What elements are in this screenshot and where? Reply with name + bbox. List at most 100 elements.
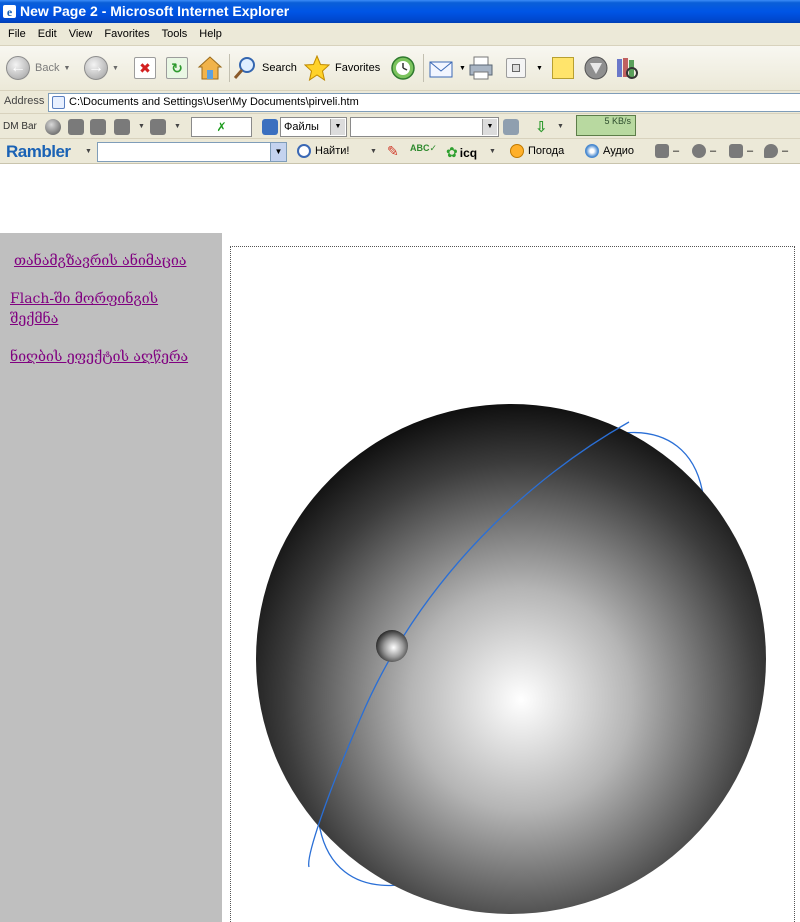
page-content: თანამგზავრის ანიმაცია Flach-ში მორფინგის… [0, 164, 800, 922]
dm-logo-icon[interactable] [45, 119, 61, 135]
download-speed: 5 KB/s [604, 116, 631, 126]
edit-dropdown-icon[interactable]: ▼ [536, 65, 543, 72]
photo-icon [729, 144, 743, 158]
history-button[interactable] [390, 54, 416, 82]
nav-link-satellite-animation[interactable]: თანამგზავრის ანიმაცია [14, 251, 186, 271]
refresh-button[interactable]: ↻ [166, 54, 188, 82]
dm-search-icon[interactable] [503, 119, 519, 135]
spellcheck-icon[interactable]: ABC✓ [410, 143, 437, 154]
dm-folder-select[interactable]: Файлы ▼ [280, 117, 347, 137]
menu-tools[interactable]: Tools [156, 23, 194, 45]
rambler-photo-button[interactable]: – [729, 144, 753, 158]
toolbar-separator [423, 54, 424, 82]
standard-toolbar: ← Back ▼ → ▼ ✖ ↻ Search Favorites ▼ ▼ [0, 46, 800, 91]
favorites-label: Favorites [335, 62, 381, 74]
dm-toolbar: DM Bar ▼ ▼ ✗ Файлы ▼ ▼ ⇩ ▼ [0, 114, 800, 139]
dm-url-field[interactable]: ▼ [350, 117, 499, 137]
dm-transfer-icon: ✗ [216, 120, 227, 134]
address-bar: Address C:\Documents and Settings\User\M… [0, 91, 800, 114]
home-button[interactable] [197, 54, 223, 82]
stop-button[interactable]: ✖ [134, 54, 156, 82]
history-icon [391, 56, 415, 80]
dm-home-icon[interactable] [114, 119, 130, 135]
dm-folder-dropdown-icon[interactable]: ▼ [330, 119, 345, 135]
dm-transfer-box[interactable]: ✗ [191, 117, 252, 137]
menu-favorites[interactable]: Favorites [98, 23, 155, 45]
mail-dropdown-icon[interactable]: ▼ [459, 65, 466, 72]
dm-download-icon[interactable]: ⇩ [535, 118, 548, 136]
rambler-news-button[interactable]: – [655, 144, 679, 158]
chat-dash: – [782, 145, 789, 157]
icq-button[interactable]: ✿ icq [446, 144, 477, 161]
messenger-icon [584, 56, 608, 80]
menu-view[interactable]: View [63, 23, 99, 45]
note-icon [552, 57, 574, 79]
ie-logo-icon: e [3, 5, 16, 19]
weather-button[interactable]: Погода [510, 144, 564, 158]
dm-home-dropdown-icon[interactable]: ▼ [138, 123, 145, 130]
audio-button[interactable]: Аудио [585, 144, 634, 158]
weather-label: Погода [528, 145, 565, 157]
stop-icon: ✖ [134, 57, 156, 79]
dm-window-icon[interactable] [90, 119, 106, 135]
toolbar-separator [229, 54, 230, 82]
forward-dropdown-icon[interactable]: ▼ [112, 65, 119, 72]
rambler-search-dropdown-icon[interactable]: ▼ [270, 143, 286, 161]
mail-dash: – [710, 145, 717, 157]
icq-dropdown-icon[interactable]: ▼ [489, 148, 496, 155]
icq-label: icq [459, 145, 478, 160]
favorites-star-icon [304, 55, 330, 81]
menu-help[interactable]: Help [193, 23, 228, 45]
forward-button[interactable]: → ▼ [84, 54, 119, 82]
notes-button[interactable] [552, 54, 574, 82]
animation-frame [230, 246, 795, 922]
title-bar[interactable]: e New Page 2 - Microsoft Internet Explor… [0, 0, 800, 23]
news-dash: – [673, 145, 680, 157]
research-books-icon [617, 58, 638, 79]
satellite-moon [376, 630, 408, 662]
nav-link-mask-effect[interactable]: ნიღბის ეფექტის აღწერა [10, 347, 188, 367]
nav-link-flash-morphing[interactable]: Flach-ში მორფინგის შექმნა [10, 289, 190, 329]
mail-icon [429, 61, 453, 78]
address-input[interactable]: C:\Documents and Settings\User\My Docume… [48, 93, 800, 112]
refresh-icon: ↻ [166, 57, 188, 79]
page-icon [52, 96, 65, 109]
svg-text:e: e [7, 5, 13, 19]
print-button[interactable] [468, 54, 494, 82]
dm-folder-value: Файлы [284, 121, 319, 133]
dm-url-dropdown-icon[interactable]: ▼ [482, 119, 497, 135]
audio-disc-icon [585, 144, 599, 158]
menu-bar: File Edit View Favorites Tools Help [0, 23, 800, 46]
dm-download-dropdown-icon[interactable]: ▼ [557, 123, 564, 130]
mail-button[interactable]: ▼ [429, 54, 466, 82]
research-button[interactable] [614, 54, 640, 82]
back-dropdown-icon[interactable]: ▼ [63, 65, 70, 72]
rambler-dropdown-icon[interactable]: ▼ [85, 148, 92, 155]
rambler-chat-button[interactable]: – [764, 144, 788, 158]
magnifier-icon [297, 144, 311, 158]
menu-file[interactable]: File [2, 23, 32, 45]
photo-dash: – [747, 145, 754, 157]
menu-edit[interactable]: Edit [32, 23, 63, 45]
highlight-pen-icon[interactable]: ✎ [387, 143, 399, 160]
address-label: Address [4, 95, 45, 107]
favorites-button[interactable]: Favorites [304, 54, 380, 82]
window-title: New Page 2 - Microsoft Internet Explorer [20, 3, 290, 19]
dm-settings-icon[interactable] [150, 119, 166, 135]
back-button[interactable]: ← Back ▼ [6, 54, 70, 82]
rambler-search-input[interactable]: ▼ [97, 142, 287, 162]
rambler-logo[interactable]: Rambler [6, 142, 71, 162]
rambler-mail-button[interactable]: – [692, 144, 716, 158]
dm-add-icon[interactable] [68, 119, 84, 135]
rambler-find-button[interactable]: Найти! [297, 144, 349, 158]
edit-page-button[interactable]: ▼ [506, 54, 543, 82]
forward-arrow-icon: → [84, 56, 108, 80]
messenger-button[interactable] [583, 54, 609, 82]
rambler-find-dropdown-icon[interactable]: ▼ [370, 148, 377, 155]
planet-satellite-animation [256, 404, 766, 914]
dm-folder-icon [262, 119, 278, 135]
search-button[interactable]: Search [233, 54, 297, 82]
news-icon [655, 144, 669, 158]
icq-flower-icon: ✿ [446, 144, 458, 160]
dm-settings-dropdown-icon[interactable]: ▼ [174, 123, 181, 130]
